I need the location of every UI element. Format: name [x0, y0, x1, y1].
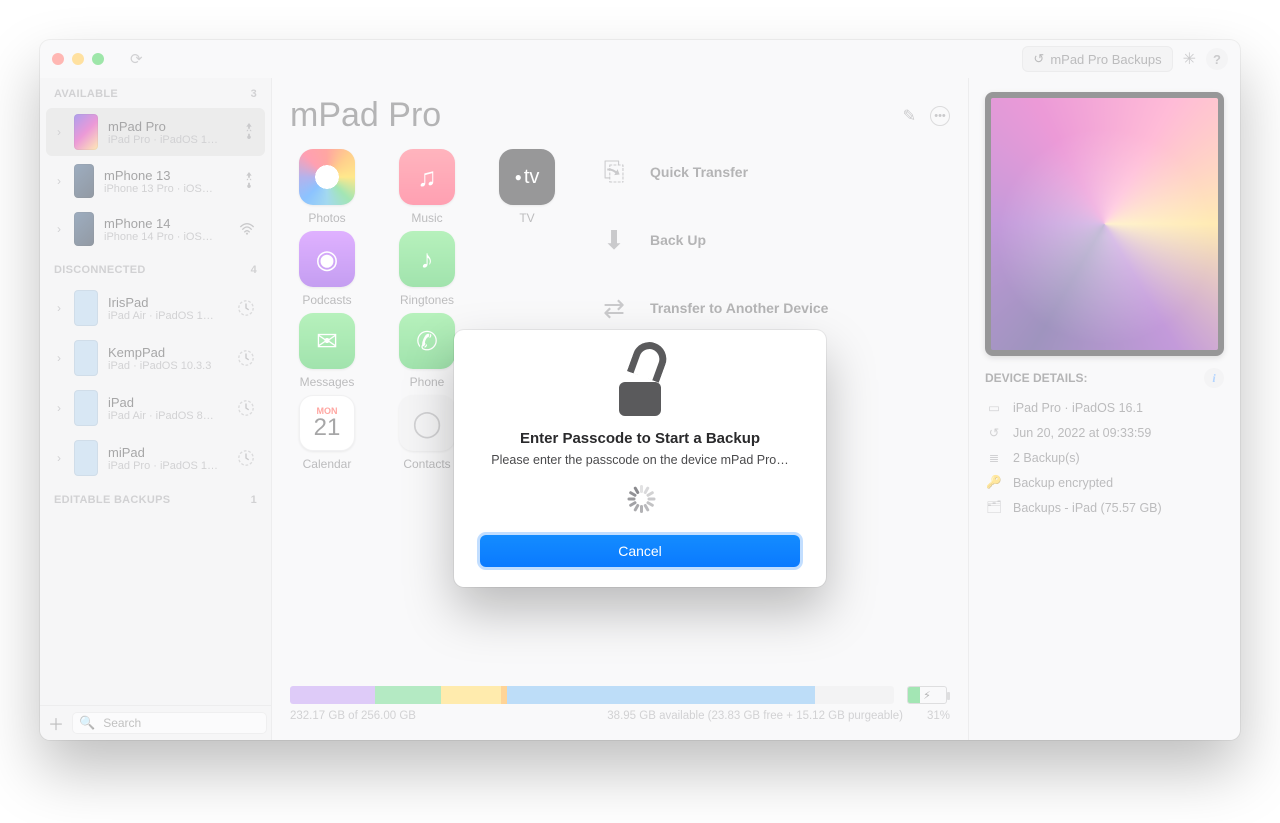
modal-title: Enter Passcode to Start a Backup [480, 430, 800, 447]
passcode-modal: Enter Passcode to Start a Backup Please … [454, 330, 826, 587]
modal-message: Please enter the passcode on the device … [480, 453, 800, 467]
unlock-icon [616, 356, 664, 416]
spinner-icon [626, 485, 654, 513]
cancel-button[interactable]: Cancel [480, 535, 800, 567]
app-window: ⟳ ↺ mPad Pro Backups ✳︎ ? AVAILABLE 3 › … [40, 40, 1240, 740]
